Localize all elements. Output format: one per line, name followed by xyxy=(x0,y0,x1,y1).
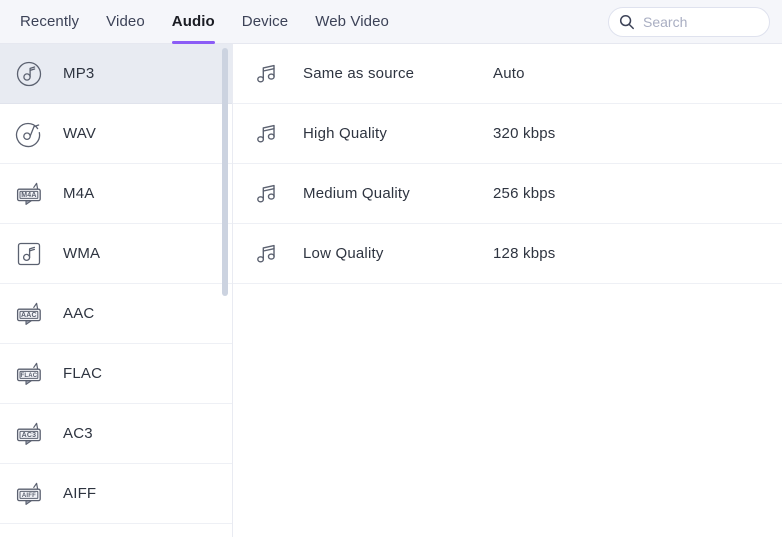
sidebar-item-ac3[interactable]: AC3 AC3 xyxy=(0,404,232,464)
sidebar-item-flac[interactable]: FLAC FLAC xyxy=(0,344,232,404)
music-note-icon xyxy=(255,242,279,266)
mp3-format-icon xyxy=(13,58,45,90)
sidebar-item-label: AAC xyxy=(63,305,95,322)
format-picker-window: Recently Video Audio Device Web Video MP3 WAV… xyxy=(0,0,782,537)
quality-list: Same as source Auto High Quality 320 kbps Me… xyxy=(233,44,782,284)
sidebar-scrollbar-track[interactable] xyxy=(221,44,229,537)
sidebar-item-wav[interactable]: WAV xyxy=(0,104,232,164)
svg-text:M4A: M4A xyxy=(21,192,36,199)
svg-text:AIFF: AIFF xyxy=(22,493,36,499)
quality-row[interactable]: Low Quality 128 kbps xyxy=(233,224,782,284)
quality-name: High Quality xyxy=(303,125,388,142)
tab-device[interactable]: Device xyxy=(242,0,288,44)
sidebar-item-label: MP3 xyxy=(63,65,95,82)
sidebar-item-label: WMA xyxy=(63,245,101,262)
wav-format-icon xyxy=(13,118,45,150)
svg-text:FLAC: FLAC xyxy=(21,373,38,379)
quality-row[interactable]: Medium Quality 256 kbps xyxy=(233,164,782,224)
sidebar-scrollbar-thumb[interactable] xyxy=(222,48,228,296)
quality-bitrate: 128 kbps xyxy=(493,245,556,262)
format-sidebar[interactable]: MP3 WAV M4A M4A WMA AAC AAC FLAC FLAC AC3 AC3 AIFF A… xyxy=(0,44,233,537)
top-header-bar: Recently Video Audio Device Web Video xyxy=(0,0,782,44)
m4a-format-icon: M4A xyxy=(13,178,45,210)
sidebar-item-mp3[interactable]: MP3 xyxy=(0,44,232,104)
music-note-icon xyxy=(255,62,279,86)
sidebar-item-label: FLAC xyxy=(63,365,103,382)
quality-options-panel: Same as source Auto High Quality 320 kbps Me… xyxy=(233,44,782,537)
quality-name: Low Quality xyxy=(303,245,384,262)
quality-bitrate: Auto xyxy=(493,65,525,82)
sidebar-item-aac[interactable]: AAC AAC xyxy=(0,284,232,344)
ac3-format-icon: AC3 xyxy=(13,418,45,450)
search-input[interactable] xyxy=(643,14,761,30)
quality-row[interactable]: High Quality 320 kbps xyxy=(233,104,782,164)
sidebar-item-label: WAV xyxy=(63,125,97,142)
wma-format-icon xyxy=(13,238,45,270)
sidebar-item-wma[interactable]: WMA xyxy=(0,224,232,284)
sidebar-item-label: AC3 xyxy=(63,425,93,442)
search-icon xyxy=(619,14,635,30)
quality-bitrate: 256 kbps xyxy=(493,185,556,202)
search-box[interactable] xyxy=(608,7,770,37)
aac-format-icon: AAC xyxy=(13,298,45,330)
quality-name: Medium Quality xyxy=(303,185,411,202)
svg-text:AAC: AAC xyxy=(21,312,37,319)
tab-video[interactable]: Video xyxy=(106,0,145,44)
quality-row[interactable]: Same as source Auto xyxy=(233,44,782,104)
tab-audio[interactable]: Audio xyxy=(171,0,215,44)
aiff-format-icon: AIFF xyxy=(13,478,45,510)
quality-name: Same as source xyxy=(303,65,415,82)
sidebar-item-m4a[interactable]: M4A M4A xyxy=(0,164,232,224)
music-note-icon xyxy=(255,122,279,146)
format-list: MP3 WAV M4A M4A WMA AAC AAC FLAC FLAC AC3 AC3 AIFF A… xyxy=(0,44,232,524)
sidebar-item-aiff[interactable]: AIFF AIFF xyxy=(0,464,232,524)
category-tabs: Recently Video Audio Device Web Video xyxy=(0,0,389,44)
sidebar-item-label: AIFF xyxy=(63,485,97,502)
tab-web-video[interactable]: Web Video xyxy=(315,0,389,44)
tab-recently[interactable]: Recently xyxy=(20,0,79,44)
music-note-icon xyxy=(255,182,279,206)
sidebar-item-label: M4A xyxy=(63,185,95,202)
quality-bitrate: 320 kbps xyxy=(493,125,556,142)
svg-text:AC3: AC3 xyxy=(22,432,37,439)
flac-format-icon: FLAC xyxy=(13,358,45,390)
